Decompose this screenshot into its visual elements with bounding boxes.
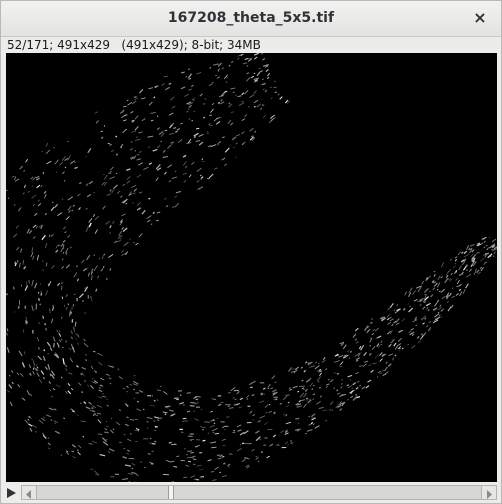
close-icon[interactable]: × [471,8,489,28]
image-window: 167208_theta_5x5.tif × 52/171; 491x429 (… [0,0,502,504]
arrow-right-icon[interactable] [481,486,496,499]
title-bar[interactable]: 167208_theta_5x5.tif × [1,1,501,37]
arrow-left-icon[interactable] [22,486,37,499]
window-title: 167208_theta_5x5.tif [167,10,335,26]
image-info-bar: 52/171; 491x429 (491x429); 8-bit; 34MB [7,38,261,52]
texture-layer [6,53,497,482]
slice-scrollbar[interactable] [21,485,497,500]
slice-controls [1,483,501,503]
image-canvas[interactable] [6,53,497,482]
slice-scrollbar-thumb[interactable] [168,486,174,499]
play-icon[interactable] [4,486,18,500]
microscopy-image [6,53,497,482]
